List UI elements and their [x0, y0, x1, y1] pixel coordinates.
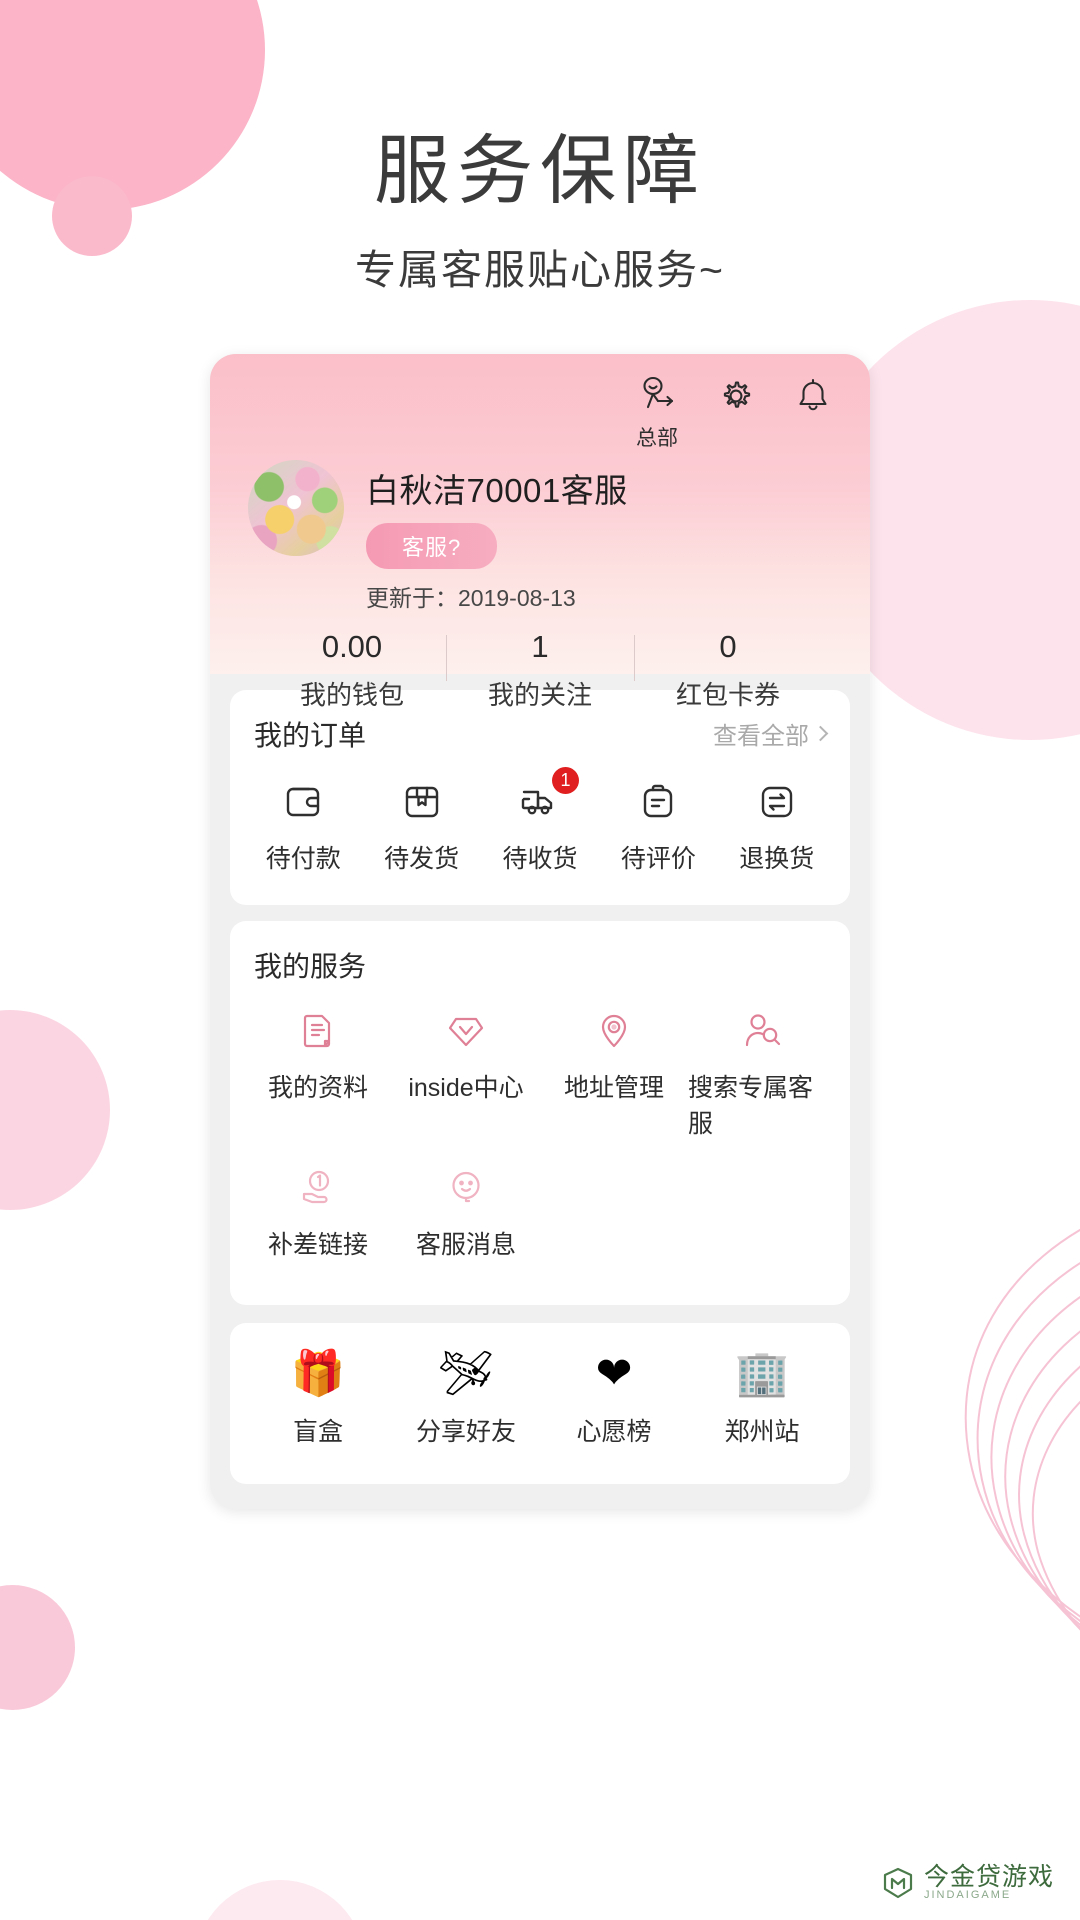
service-item-label: 我的资料: [267, 1073, 368, 1102]
feature-item-blind-box[interactable]: 🎁 盲盒: [244, 1349, 392, 1448]
services-panel: 我的服务 我的资料 inside中心 地址管理 搜索专属客服 补差链接 客服消息: [230, 920, 850, 1305]
stat-wallet[interactable]: 0.00 我的钱包: [258, 629, 446, 712]
service-item-label: 客服消息: [415, 1230, 516, 1259]
stat-wallet-value: 0.00: [321, 628, 383, 664]
service-item-label: 补差链接: [267, 1230, 368, 1259]
hand-coin-icon: [293, 1162, 343, 1212]
services-grid: 我的资料 inside中心 地址管理 搜索专属客服 补差链接 客服消息: [240, 1003, 840, 1305]
feature-item-wishlist[interactable]: ❤ 心愿榜: [540, 1349, 688, 1448]
order-badge-count: 1: [551, 766, 579, 794]
phone-screen-mockup: 总部 白秋洁70001客服 客服? 更新于：2019-08-13 0.00 我的…: [210, 353, 870, 1509]
stat-wallet-label: 我的钱包: [299, 679, 404, 710]
services-panel-header: 我的服务: [240, 921, 840, 1003]
decor-blob-bottom: [195, 1880, 365, 1920]
feature-item-share-friends[interactable]: 🛩 分享好友: [392, 1349, 540, 1448]
order-item-label: 待发货: [384, 844, 460, 873]
profile-topbar: 总部: [236, 354, 844, 452]
feature-item-label: 心愿榜: [576, 1417, 652, 1446]
service-item-support-messages[interactable]: 客服消息: [392, 1162, 540, 1261]
watermark-text: 今金贷游戏 JINDAIGAME: [924, 1864, 1054, 1902]
watermark-main: 今金贷游戏: [923, 1863, 1054, 1892]
stat-coupons-value: 0: [719, 628, 737, 664]
headquarters-person-arrow-icon: [636, 376, 678, 419]
order-item-label: 待评价: [620, 844, 696, 873]
services-title: 我的服务: [254, 950, 367, 982]
status-badge[interactable]: 客服?: [366, 522, 498, 569]
order-item-pending-shipment[interactable]: 待发货: [362, 776, 480, 875]
watermark-logo-icon: [881, 1866, 915, 1900]
heart-icon: ❤: [595, 1348, 633, 1398]
watermark: 今金贷游戏 JINDAIGAME: [881, 1864, 1054, 1902]
delivery-truck-icon: 1: [515, 766, 579, 826]
service-item-label: 搜索专属客服: [688, 1073, 814, 1138]
service-item-my-profile[interactable]: 我的资料: [244, 1005, 392, 1140]
feature-item-zhengzhou-station[interactable]: 🏢 郑州站: [688, 1349, 836, 1448]
watermark-sub: JINDAIGAME: [923, 1889, 1012, 1902]
gift-box-icon: 🎁: [290, 1348, 346, 1398]
user-name: 白秋洁70001客服: [366, 471, 628, 509]
decor-blob-bottom-left: [0, 1585, 75, 1710]
updated-label: 更新于：: [366, 584, 458, 611]
profile-header: 总部 白秋洁70001客服 客服? 更新于：2019-08-13 0.00 我的…: [210, 353, 870, 710]
diamond-icon: [441, 1005, 491, 1055]
decor-blob-mid-left: [0, 1010, 110, 1210]
feature-item-label: 郑州站: [724, 1417, 800, 1446]
headquarters-label: 总部: [636, 426, 678, 450]
user-text-block: 白秋洁70001客服 客服? 更新于：2019-08-13: [366, 460, 628, 613]
orders-grid: 待付款 待发货 1 待收货 待评价 退换货: [240, 766, 840, 905]
stat-coupons[interactable]: 0 红包卡券: [634, 629, 822, 712]
updated-text: 更新于：2019-08-13: [366, 579, 628, 613]
order-item-label: 退换货: [739, 844, 815, 873]
order-item-label: 待收货: [502, 844, 578, 873]
chevron-right-icon: [812, 726, 829, 742]
document-profile-icon: [293, 1005, 343, 1055]
orders-panel: 我的订单 查看全部 待付款 待发货 1 待收货 待评价 退换货: [230, 689, 850, 905]
orders-view-all-link[interactable]: 查看全部: [713, 716, 829, 751]
orders-view-all-label: 查看全部: [713, 723, 809, 751]
features-grid: 🎁 盲盒 🛩 分享好友 ❤ 心愿榜 🏢 郑州站: [240, 1323, 840, 1484]
notifications-button[interactable]: [794, 376, 832, 421]
avatar[interactable]: [248, 459, 344, 556]
headquarters-button[interactable]: 总部: [636, 376, 678, 452]
feature-item-label: 分享好友: [415, 1417, 516, 1446]
settings-button[interactable]: [716, 376, 756, 421]
stats-row: 0.00 我的钱包 1 我的关注 0 红包卡券: [236, 613, 844, 712]
service-item-address-management[interactable]: 地址管理: [540, 1005, 688, 1140]
exchange-arrows-icon: [752, 776, 802, 826]
service-item-label: 地址管理: [563, 1073, 664, 1102]
features-panel: 🎁 盲盒 🛩 分享好友 ❤ 心愿榜 🏢 郑州站: [230, 1322, 850, 1484]
user-info-row: 白秋洁70001客服 客服? 更新于：2019-08-13: [236, 452, 844, 613]
smiley-headset-icon: [441, 1162, 491, 1212]
page-subtitle: 专属客服贴心服务~: [355, 246, 725, 293]
orders-title: 我的订单: [254, 719, 367, 751]
gear-icon: [716, 376, 756, 421]
clipboard-review-icon: [633, 776, 683, 826]
service-item-label: inside中心: [408, 1073, 524, 1102]
stat-coupons-label: 红包卡券: [675, 679, 780, 710]
service-item-search-agent[interactable]: 搜索专属客服: [688, 1005, 836, 1140]
page-title: 服务保障: [374, 129, 706, 214]
wallet-icon: [278, 776, 328, 826]
stat-following-label: 我的关注: [487, 679, 592, 710]
updated-value: 2019-08-13: [458, 584, 576, 611]
location-pin-icon: [589, 1005, 639, 1055]
order-item-pending-review[interactable]: 待评价: [599, 776, 717, 875]
package-box-icon: [397, 776, 447, 826]
order-item-pending-receipt[interactable]: 1 待收货: [481, 766, 599, 875]
stat-following[interactable]: 1 我的关注: [446, 629, 634, 712]
feature-item-label: 盲盒: [292, 1417, 343, 1446]
page-header: 服务保障 专属客服贴心服务~: [0, 0, 1080, 296]
order-item-pending-payment[interactable]: 待付款: [244, 776, 362, 875]
paper-plane-icon: 🛩: [438, 1348, 494, 1398]
stat-following-value: 1: [531, 628, 549, 664]
service-item-inside-center[interactable]: inside中心: [392, 1005, 540, 1140]
order-item-returns[interactable]: 退换货: [718, 776, 836, 875]
building-station-icon: 🏢: [734, 1348, 790, 1398]
service-item-price-difference-link[interactable]: 补差链接: [244, 1162, 392, 1261]
person-search-icon: [737, 1005, 787, 1055]
bell-icon: [794, 376, 832, 421]
order-item-label: 待付款: [265, 844, 341, 873]
